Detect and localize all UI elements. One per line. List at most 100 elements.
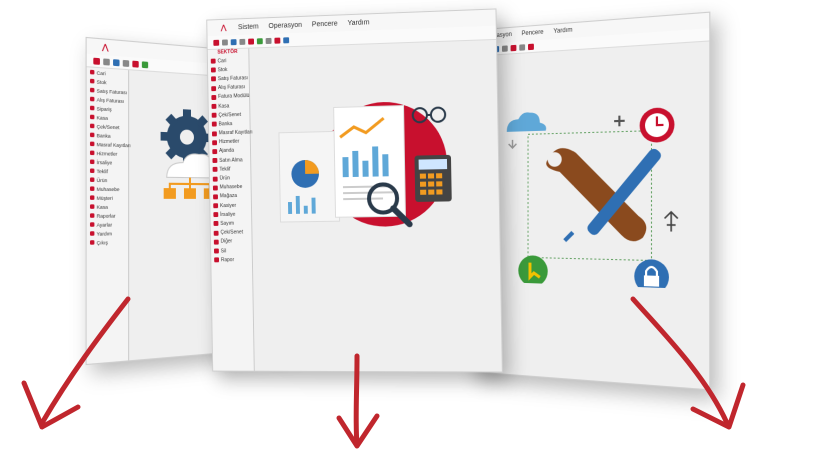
toolbar-open-icon[interactable] bbox=[103, 57, 110, 66]
module-icon bbox=[213, 239, 219, 245]
toolbar-delete-icon[interactable] bbox=[132, 60, 139, 68]
sidebar-item[interactable]: Kasa bbox=[87, 202, 128, 211]
module-icon bbox=[89, 159, 95, 165]
menu-sistem[interactable]: Sistem bbox=[238, 23, 259, 31]
sidebar-item-label: Banka bbox=[96, 132, 111, 139]
sidebar-item-label: Mağaza bbox=[219, 193, 238, 200]
module-icon bbox=[211, 76, 216, 82]
menu-operasyon[interactable]: Operasyon bbox=[268, 21, 302, 29]
menu-item[interactable]: Yardım bbox=[553, 27, 572, 35]
sidebar-item-label: Kasiyer bbox=[219, 202, 237, 209]
toolbar-help-icon[interactable] bbox=[283, 36, 290, 43]
module-icon bbox=[89, 177, 95, 182]
toolbar-delete-icon[interactable] bbox=[510, 44, 517, 51]
sidebar-item-label: Satış Faturası bbox=[217, 75, 248, 83]
toolbar-new-icon[interactable] bbox=[213, 39, 220, 46]
sidebar-item-label: Sipariş bbox=[96, 105, 112, 112]
module-icon bbox=[210, 58, 216, 64]
sidebar-item-label: Cari bbox=[96, 69, 106, 76]
sidebar-item-label: Sayım bbox=[220, 220, 235, 227]
toolbar-delete-icon[interactable] bbox=[248, 38, 255, 45]
module-icon bbox=[212, 140, 218, 146]
toolbar-open-icon[interactable] bbox=[221, 38, 228, 46]
menu-item[interactable]: Pencere bbox=[522, 30, 544, 38]
module-icon bbox=[211, 130, 217, 137]
module-icon bbox=[89, 96, 95, 102]
toolbar-refresh-icon[interactable] bbox=[256, 37, 263, 44]
sidebar-item-label: İrsaliye bbox=[96, 159, 113, 165]
sidebar-item-label: Stok bbox=[217, 66, 228, 74]
module-icon bbox=[89, 168, 95, 174]
sidebar-item-label: Çek/Senet bbox=[96, 123, 120, 130]
tools-icon bbox=[546, 146, 664, 243]
module-icon bbox=[89, 114, 95, 120]
module-icon bbox=[89, 105, 95, 111]
module-icon bbox=[213, 212, 219, 218]
toolbar-print-icon[interactable] bbox=[501, 44, 508, 52]
sidebar-item-label: Fatura Modülü bbox=[218, 93, 250, 101]
sidebar-item-label: İrsaliye bbox=[220, 211, 236, 218]
middle-down-arrow-icon bbox=[336, 353, 380, 449]
sidebar-item-label: Sil bbox=[220, 247, 227, 254]
toolbar-close-icon[interactable] bbox=[528, 43, 534, 50]
module-icon bbox=[212, 149, 218, 155]
sidebar-item[interactable]: Çek/Senet bbox=[211, 228, 252, 238]
module-icon bbox=[213, 203, 219, 209]
sidebar-item-label: Kasa bbox=[96, 203, 108, 210]
toolbar-new-icon[interactable] bbox=[93, 57, 100, 65]
toolbar-search-icon[interactable] bbox=[265, 37, 272, 44]
sidebar-item[interactable]: Çıkış bbox=[87, 237, 128, 247]
sidebar-item[interactable]: Rapor bbox=[211, 255, 252, 264]
module-icon bbox=[213, 221, 219, 227]
sidebar-item-label: Müşteri bbox=[96, 194, 113, 201]
middle-sidebar: SEKTÖR Cari Stok Satış Faturası Alış Faturas… bbox=[207, 48, 255, 371]
sidebar-item-label: Alış Faturası bbox=[96, 96, 125, 104]
sidebar-item-label: Teklif bbox=[219, 166, 231, 173]
module-icon bbox=[212, 185, 218, 191]
module-icon bbox=[211, 103, 217, 109]
tools-illustration bbox=[490, 107, 696, 290]
toolbar-close-icon[interactable] bbox=[274, 37, 281, 44]
sidebar-item-label: Ayarlar bbox=[96, 221, 113, 228]
sidebar-item-label: Satın Alma bbox=[219, 157, 243, 164]
toolbar-refresh-icon[interactable] bbox=[141, 60, 149, 68]
sidebar-item[interactable]: Diğer bbox=[211, 237, 252, 247]
left-down-arrow-icon bbox=[21, 296, 131, 430]
cursor-icon bbox=[518, 255, 548, 287]
module-icon bbox=[89, 87, 95, 93]
module-icon bbox=[210, 67, 216, 73]
menu-pencere[interactable]: Pencere bbox=[312, 20, 338, 28]
toolbar-save-icon[interactable] bbox=[230, 38, 237, 45]
toolbar-print-icon[interactable] bbox=[239, 38, 246, 45]
module-icon bbox=[89, 186, 95, 191]
sidebar-item[interactable]: Sil bbox=[211, 246, 252, 256]
usb-icon bbox=[665, 212, 678, 232]
lock-icon bbox=[634, 258, 669, 290]
module-icon bbox=[89, 222, 95, 227]
sidebar-item-label: Masraf Kayıtları bbox=[218, 129, 253, 137]
module-icon bbox=[89, 150, 95, 156]
module-icon bbox=[89, 78, 95, 84]
sidebar-item[interactable]: Ürün bbox=[87, 175, 128, 184]
module-icon bbox=[212, 158, 218, 164]
sidebar-item[interactable]: Müşteri bbox=[87, 193, 128, 202]
sidebar-item[interactable]: Muhasebe bbox=[87, 184, 128, 193]
module-icon bbox=[89, 204, 95, 209]
sidebar-item[interactable]: Raporlar bbox=[87, 211, 128, 220]
sidebar-item-label: Çıkış bbox=[96, 239, 108, 246]
app-logo: ⋀ bbox=[220, 24, 227, 32]
cloud-icon bbox=[506, 111, 547, 132]
sidebar-item-label: Diğer bbox=[220, 238, 233, 245]
toolbar-save-icon[interactable] bbox=[113, 58, 120, 66]
module-icon bbox=[212, 176, 218, 182]
menu-yardim[interactable]: Yardım bbox=[347, 19, 369, 27]
toolbar-filter-icon[interactable] bbox=[519, 43, 526, 51]
sidebar-item-label: Alış Faturası bbox=[217, 84, 246, 92]
toolbar-print-icon[interactable] bbox=[122, 59, 130, 67]
module-icon bbox=[89, 123, 95, 129]
module-icon bbox=[89, 231, 95, 236]
clock-icon bbox=[639, 107, 675, 143]
sidebar-item-label: Yardım bbox=[96, 230, 113, 237]
sidebar-item-label: Teklif bbox=[96, 168, 108, 174]
module-icon bbox=[212, 167, 218, 173]
